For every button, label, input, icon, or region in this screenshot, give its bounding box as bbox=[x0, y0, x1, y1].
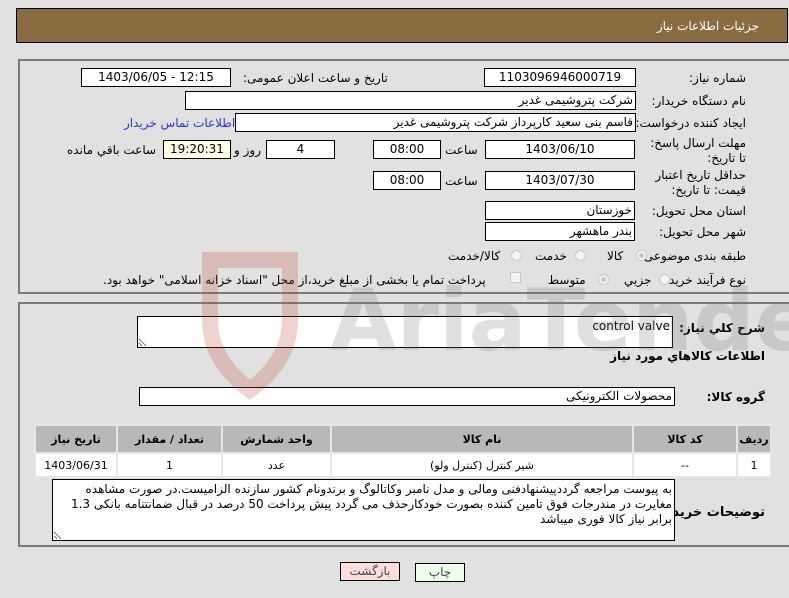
col-header-row-number: رديف bbox=[736, 424, 772, 454]
category-label: طبقه بندی موضوعی: bbox=[639, 249, 746, 263]
col-header-unit: واحد شمارش bbox=[221, 424, 332, 454]
goods-group-field: محصولات الکترونیکی bbox=[139, 387, 675, 406]
purchase-type-option-small: جزیي bbox=[624, 273, 652, 287]
col-header-goods-name: نام کالا bbox=[330, 424, 634, 454]
print-button[interactable]: چاپ bbox=[415, 563, 465, 582]
price-validity-time-field: 08:00 bbox=[373, 171, 441, 190]
buyer-org-field: شرکت پتروشیمی غدیر bbox=[185, 91, 636, 110]
treasury-checkbox-label: پرداخت تمام یا بخشی از مبلغ خرید،از محل … bbox=[103, 273, 486, 287]
purchase-type-radio-medium[interactable] bbox=[598, 274, 609, 285]
announce-datetime-field: 1403/06/05 - 12:15 bbox=[81, 68, 231, 87]
announce-datetime-label: تاریخ و ساعت اعلان عمومی: bbox=[243, 71, 388, 85]
purchase-type-option-medium: متوسط bbox=[548, 273, 586, 287]
cell-need-date: 1403/06/31 bbox=[34, 452, 118, 478]
delivery-city-label: شهر محل تحویل: bbox=[659, 225, 746, 239]
col-header-goods-code: کد کالا bbox=[632, 424, 738, 454]
delivery-province-label: استان محل تحویل: bbox=[651, 204, 746, 218]
reply-deadline-time-label: ساعت bbox=[445, 143, 478, 157]
need-number-label: شماره نیاز: bbox=[689, 71, 746, 85]
goods-table-header: رديف کد کالا نام کالا واحد شمارش تعداد /… bbox=[34, 424, 772, 454]
days-label: روز و bbox=[234, 143, 261, 157]
category-radio-goods-service[interactable] bbox=[511, 250, 522, 261]
table-row: 1 -- شیر کنترل (کنترل ولو) عدد 1 1403/06… bbox=[34, 452, 772, 478]
price-validity-date-field: 1403/07/30 bbox=[485, 171, 635, 190]
purchase-type-label: نوع فرآیند خرید : bbox=[661, 273, 746, 287]
cell-row-number: 1 bbox=[736, 452, 772, 478]
price-validity-time-label: ساعت bbox=[445, 174, 478, 188]
delivery-city-field: بندر ماهشهر bbox=[485, 222, 635, 241]
remaining-time-field: 19:20:31 bbox=[163, 140, 231, 159]
goods-table: رديف کد کالا نام کالا واحد شمارش تعداد /… bbox=[34, 424, 772, 478]
requester-field: قاسم بنی سعید کارپرداز شرکت پتروشیمی غدی… bbox=[235, 113, 636, 132]
page-header: جزئیات اطلاعات نیاز bbox=[16, 8, 788, 43]
reply-deadline-label: مهلت ارسال پاسخ: تا تاریخ: bbox=[650, 136, 746, 165]
requester-label: ایجاد کننده درخواست: bbox=[635, 116, 746, 130]
delivery-province-field: خوزستان bbox=[485, 201, 635, 220]
description-textarea[interactable]: control valve bbox=[137, 316, 673, 348]
treasury-checkbox[interactable] bbox=[510, 272, 521, 283]
description-label: شرح کلي نياز: bbox=[679, 321, 765, 335]
goods-group-label: گروه کالا: bbox=[706, 390, 765, 404]
cell-goods-code: -- bbox=[632, 452, 738, 478]
cell-unit: عدد bbox=[221, 452, 332, 478]
cell-goods-name: شیر کنترل (کنترل ولو) bbox=[330, 452, 634, 478]
page-title: جزئیات اطلاعات نیاز bbox=[656, 19, 759, 33]
col-header-quantity: تعداد / مقدار bbox=[116, 424, 223, 454]
cell-quantity: 1 bbox=[116, 452, 223, 478]
category-option-service: خدمت bbox=[535, 249, 567, 263]
reply-deadline-date-field: 1403/06/10 bbox=[485, 140, 635, 159]
category-option-goods-service: کالا/خدمت bbox=[448, 249, 501, 263]
price-validity-label: حداقل تاریخ اعتبار قیمت: تا تاریخ: bbox=[655, 168, 746, 197]
buyer-org-label: نام دستگاه خریدار: bbox=[651, 94, 747, 108]
need-number-field: 1103096946000719 bbox=[484, 68, 636, 87]
buyer-contact-link[interactable]: اطلاعات تماس خریدار bbox=[124, 116, 235, 130]
category-option-goods: کالا bbox=[607, 249, 624, 263]
reply-deadline-time-field: 08:00 bbox=[373, 140, 441, 159]
category-radio-service[interactable] bbox=[575, 250, 586, 261]
back-button[interactable]: بازگشت bbox=[340, 562, 400, 581]
col-header-need-date: تاریخ نیاز bbox=[34, 424, 118, 454]
goods-info-title: اطلاعات کالاهاي مورد نياز bbox=[610, 349, 765, 363]
remaining-days-field: 4 bbox=[266, 140, 335, 159]
remaining-time-label: ساعت باقي مانده bbox=[67, 143, 157, 157]
purchase-type-radio-small[interactable] bbox=[659, 274, 670, 285]
category-radio-goods[interactable] bbox=[636, 250, 647, 261]
buyer-notes-textarea[interactable]: به پیوست مراجعه گرددپیشنهادفنی ومالی و م… bbox=[52, 479, 675, 541]
